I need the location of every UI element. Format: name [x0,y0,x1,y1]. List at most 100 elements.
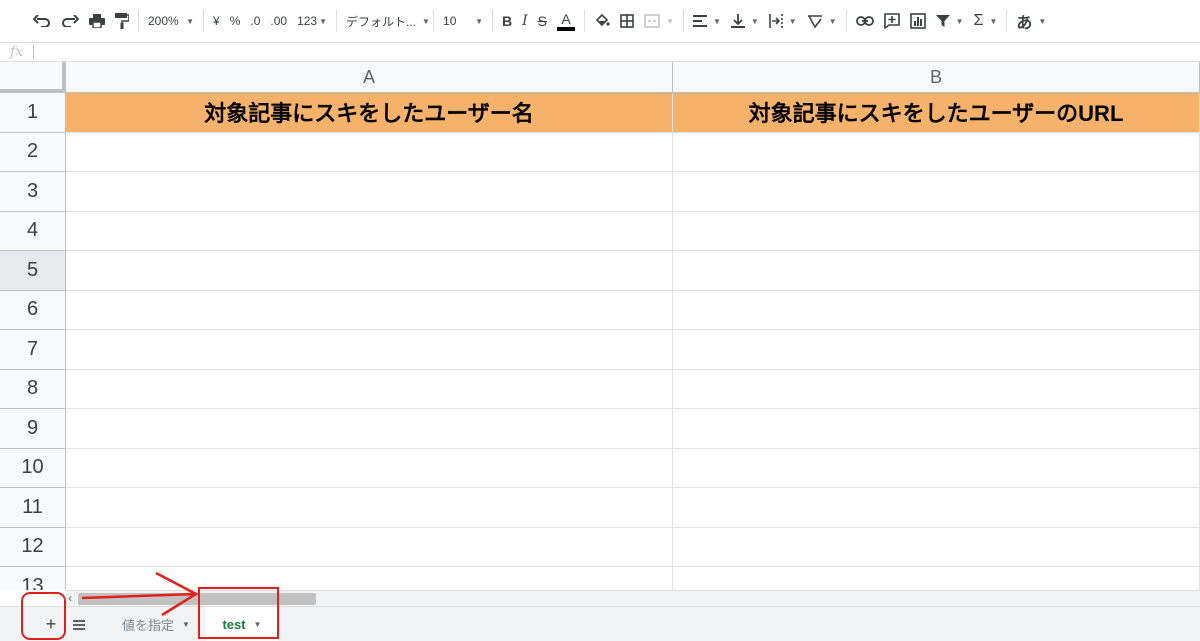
cell[interactable] [673,251,1200,291]
cell[interactable] [673,132,1200,172]
cell[interactable] [673,448,1200,488]
cell[interactable] [673,330,1200,370]
cell[interactable] [673,409,1200,449]
borders-icon[interactable] [615,7,639,35]
fill-color-icon[interactable] [589,7,615,35]
undo-icon[interactable] [28,7,56,35]
text-wrap-icon[interactable]: ▼ [764,7,802,35]
row-header[interactable]: 1 [0,93,66,133]
chevron-down-icon: ▼ [955,16,964,26]
sheet-tab-inactive[interactable]: 値を指定 ▼ [108,607,204,641]
print-icon[interactable] [84,7,110,35]
more-formats-button[interactable]: 123 ▼ [292,7,332,35]
merge-cells-icon[interactable]: ▼ [639,7,679,35]
toolbar-divider [138,10,139,32]
horizontal-scrollbar[interactable]: ‹ [66,590,1200,606]
text-color-swatch [557,26,576,31]
chevron-down-icon[interactable]: ▼ [182,620,190,629]
cell[interactable] [673,211,1200,251]
text-rotation-icon[interactable]: ▼ [802,7,842,35]
cell[interactable] [66,172,673,212]
toolbar-divider [203,10,204,32]
cell[interactable] [66,527,673,567]
cell[interactable] [66,448,673,488]
increase-decimals-button[interactable]: .00 [265,7,292,35]
row-header[interactable]: 2 [0,132,66,172]
insert-chart-icon[interactable] [905,7,931,35]
cell[interactable] [673,567,1200,590]
select-all-corner[interactable] [0,62,66,93]
cell[interactable] [673,369,1200,409]
cell[interactable] [673,488,1200,528]
toolbar: 200% ▼ ¥ % .0 .00 123 ▼ デフォルト... ▼ 10 ▼ … [0,0,1200,42]
cell[interactable] [66,369,673,409]
row-header[interactable]: 6 [0,290,66,330]
cell[interactable] [66,290,673,330]
text-color-button[interactable]: A [552,7,580,35]
strikethrough-button[interactable]: S [533,7,552,35]
row-header[interactable]: 5 [0,251,66,291]
add-sheet-button[interactable]: + [41,614,61,634]
cell-a1[interactable]: 対象記事にスキをしたユーザー名 [66,93,673,133]
font-size-select[interactable]: 10 ▼ [438,7,488,35]
row-header[interactable]: 3 [0,172,66,212]
input-tools-label: あ [1016,15,1033,32]
redo-icon[interactable] [56,7,84,35]
table-row [66,369,1200,409]
all-sheets-icon[interactable] [72,614,90,634]
cell[interactable] [673,527,1200,567]
row-header[interactable]: 7 [0,330,66,370]
chevron-down-icon: ▼ [1038,16,1047,26]
row-header[interactable]: 13 [0,567,66,590]
row-header[interactable]: 10 [0,448,66,488]
row-header[interactable]: 11 [0,488,66,528]
sheet-tab-bar: + 値を指定 ▼ test ▼ [0,606,1200,641]
functions-label: Σ [973,12,984,29]
table-row [66,251,1200,291]
currency-label: ¥ [213,14,220,28]
formula-input[interactable] [34,43,1200,61]
cell-area: 対象記事にスキをしたユーザー名 対象記事にスキをしたユーザーのURL [66,93,1200,590]
row-header[interactable]: 4 [0,211,66,251]
paint-format-icon[interactable] [110,7,134,35]
cell[interactable] [66,330,673,370]
chevron-down-icon: ▼ [475,16,484,26]
spreadsheet-grid: A B 1 2 3 4 5 6 7 8 9 10 11 12 13 対象記事にス… [0,62,1200,590]
cell-b1[interactable]: 対象記事にスキをしたユーザーのURL [673,93,1200,133]
table-row [66,527,1200,567]
font-family-select[interactable]: デフォルト... ▼ [341,7,430,35]
decrease-decimals-label: .0 [250,14,261,28]
currency-format-button[interactable]: ¥ [208,7,225,35]
scrollbar-thumb[interactable] [78,593,316,605]
bold-button[interactable]: B [497,7,517,35]
cell[interactable] [66,488,673,528]
cell[interactable] [66,409,673,449]
filter-icon[interactable]: ▼ [931,7,969,35]
cell[interactable] [66,251,673,291]
cell[interactable] [66,132,673,172]
chevron-down-icon[interactable]: ▼ [254,620,262,629]
functions-button[interactable]: Σ ▼ [969,7,1003,35]
decrease-decimals-button[interactable]: .0 [245,7,265,35]
column-header-b[interactable]: B [673,62,1200,93]
chevron-down-icon: ▼ [319,16,328,26]
cell[interactable] [66,211,673,251]
row-header[interactable]: 12 [0,527,66,567]
percent-format-button[interactable]: % [225,7,246,35]
vertical-align-icon[interactable]: ▼ [726,7,764,35]
horizontal-align-icon[interactable]: ▼ [688,7,726,35]
zoom-select[interactable]: 200% ▼ [143,7,199,35]
input-tools-button[interactable]: あ ▼ [1011,7,1051,35]
table-row [66,290,1200,330]
cell[interactable] [66,567,673,590]
scroll-left-icon[interactable]: ‹ [68,591,72,605]
italic-button[interactable]: I [517,7,533,35]
column-header-a[interactable]: A [66,62,673,93]
cell[interactable] [673,172,1200,212]
cell[interactable] [673,290,1200,330]
insert-link-icon[interactable] [851,7,879,35]
sheet-tab-active[interactable]: test ▼ [206,607,278,641]
row-header[interactable]: 8 [0,369,66,409]
insert-comment-icon[interactable] [879,7,905,35]
row-header[interactable]: 9 [0,409,66,449]
